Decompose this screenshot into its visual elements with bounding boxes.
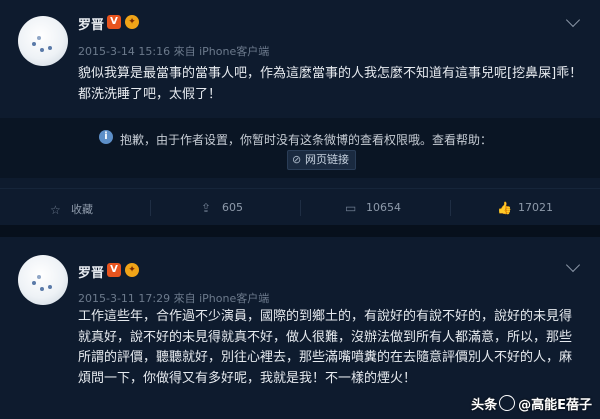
divider — [300, 200, 301, 216]
verified-badge: V — [107, 263, 121, 277]
author-avatar[interactable] — [18, 16, 68, 66]
chevron-down-icon[interactable] — [565, 257, 581, 273]
watermark: 头条 @高能E蓓子 — [471, 394, 592, 413]
repost-icon: ⇪ — [201, 201, 212, 215]
web-link-button[interactable]: ⊘ 网页链接 — [287, 150, 356, 170]
weibo-post: 罗晋 V ✦ 2015-3-11 17:29 來自 iPhone客户端 工作這些… — [0, 237, 600, 419]
member-badge-icon: ✦ — [125, 263, 139, 277]
info-icon: i — [99, 130, 113, 144]
author-avatar[interactable] — [18, 255, 68, 305]
action-bar: ☆ 收藏 ⇪ 605 ▭ 10654 👍 17021 — [0, 188, 600, 226]
weibo-post: 罗晋 V ✦ 2015-3-14 15:16 來自 iPhone客户端 貌似我算… — [0, 0, 600, 225]
post-text: 貌似我算是最當事的當事人吧，作為這麼當事的人我怎麼不知道有這事兒呢[挖鼻屎]乖！… — [78, 66, 583, 102]
thumbs-up-icon: 👍 — [497, 201, 512, 215]
divider — [150, 200, 151, 216]
member-badge-icon: ✦ — [125, 15, 139, 29]
post-meta: 2015-3-14 15:16 來自 iPhone客户端 — [78, 45, 270, 58]
like-button[interactable]: 👍 17021 — [497, 201, 553, 215]
web-link-label: 网页链接 — [305, 153, 349, 166]
comment-button[interactable]: ▭ 10654 — [345, 201, 401, 215]
favorite-button[interactable]: ☆ 收藏 — [50, 201, 93, 217]
post-text: 工作這些年，合作過不少演員，國際的到鄉土的，有說好的有說不好的，說好的未見得就真… — [78, 309, 573, 386]
camera-icon — [499, 395, 516, 411]
star-icon: ☆ — [50, 203, 61, 217]
post-meta: 2015-3-11 17:29 來自 iPhone客户端 — [78, 292, 270, 305]
link-icon: ⊘ — [292, 153, 302, 166]
author-name[interactable]: 罗晋 — [78, 262, 104, 281]
notice-text: 抱歉，由于作者设置，你暂时没有这条微博的查看权限哦。查看帮助： — [120, 133, 493, 147]
post-separator — [0, 225, 600, 237]
verified-badge: V — [107, 15, 121, 29]
chevron-down-icon[interactable] — [565, 12, 581, 28]
divider — [450, 200, 451, 216]
comment-icon: ▭ — [345, 201, 357, 215]
author-name[interactable]: 罗晋 — [78, 14, 104, 33]
repost-button[interactable]: ⇪ 605 — [201, 201, 243, 215]
